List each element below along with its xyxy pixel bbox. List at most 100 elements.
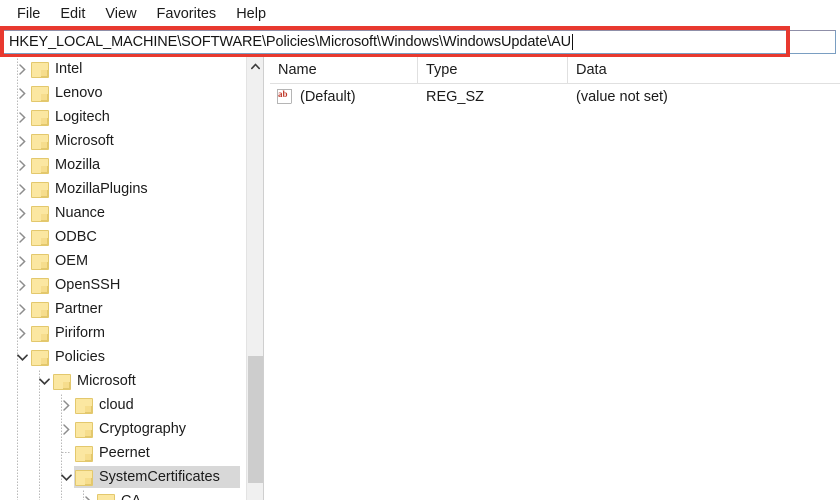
tree-expander[interactable] bbox=[58, 465, 74, 489]
folder-icon bbox=[30, 277, 49, 294]
chevron-right-icon bbox=[18, 255, 26, 267]
tree-expander[interactable] bbox=[14, 57, 30, 81]
tree-guide-line bbox=[39, 393, 40, 417]
folder-icon bbox=[30, 229, 49, 246]
address-bar[interactable]: HKEY_LOCAL_MACHINE\SOFTWARE\Policies\Mic… bbox=[2, 30, 836, 54]
menu-item-edit[interactable]: Edit bbox=[51, 3, 94, 25]
menu-item-favorites[interactable]: Favorites bbox=[148, 3, 226, 25]
tree-node-lenovo[interactable]: Lenovo bbox=[0, 81, 246, 105]
column-header-data[interactable]: Data bbox=[568, 57, 840, 83]
folder-icon bbox=[30, 181, 49, 198]
chevron-right-icon bbox=[18, 231, 26, 243]
column-header-name[interactable]: Name bbox=[270, 57, 418, 83]
tree-node-intel[interactable]: Intel bbox=[0, 57, 246, 81]
tree-expander[interactable] bbox=[14, 105, 30, 129]
menu-item-help[interactable]: Help bbox=[227, 3, 275, 25]
folder-icon bbox=[74, 421, 93, 438]
tree-node-cloud[interactable]: cloud bbox=[0, 393, 246, 417]
tree-expander[interactable] bbox=[36, 369, 52, 393]
tree-expander[interactable] bbox=[14, 129, 30, 153]
tree-expander[interactable] bbox=[58, 393, 74, 417]
folder-icon bbox=[52, 373, 71, 390]
folder-icon bbox=[30, 205, 49, 222]
folder-icon bbox=[30, 157, 49, 174]
tree-node-microsoft[interactable]: Microsoft bbox=[0, 129, 246, 153]
tree-expander[interactable] bbox=[14, 273, 30, 297]
values-list-body[interactable]: ab (Default) REG_SZ (value not set) bbox=[270, 84, 840, 110]
tree-expander[interactable] bbox=[14, 201, 30, 225]
tree-node-nuance[interactable]: Nuance bbox=[0, 201, 246, 225]
tree-expander[interactable] bbox=[14, 177, 30, 201]
tree-guide-line bbox=[17, 465, 18, 489]
tree-node-policies[interactable]: Policies bbox=[0, 345, 246, 369]
chevron-right-icon bbox=[18, 207, 26, 219]
tree-node-openssh[interactable]: OpenSSH bbox=[0, 273, 246, 297]
tree-node-microsoft[interactable]: Microsoft bbox=[0, 369, 246, 393]
tree-node-systemcertificates[interactable]: SystemCertificates bbox=[0, 465, 246, 489]
address-bar-text: HKEY_LOCAL_MACHINE\SOFTWARE\Policies\Mic… bbox=[9, 34, 572, 50]
tree-expander[interactable] bbox=[14, 153, 30, 177]
tree-node-label: Mozilla bbox=[55, 157, 101, 173]
tree-expander[interactable] bbox=[80, 489, 96, 500]
folder-icon bbox=[30, 301, 49, 318]
registry-key-tree[interactable]: Intel Lenovo Logitech Microsoft Mozilla Mozil… bbox=[0, 57, 246, 500]
tree-node-label: Logitech bbox=[55, 109, 110, 125]
tree-guide-line bbox=[17, 441, 18, 465]
chevron-down-icon bbox=[16, 353, 28, 361]
tree-guide-line bbox=[39, 465, 40, 489]
folder-icon bbox=[30, 349, 49, 366]
tree-node-ca[interactable]: CA bbox=[0, 489, 246, 500]
tree-guide-line bbox=[17, 489, 18, 500]
value-type: REG_SZ bbox=[426, 89, 485, 105]
tree-node-peernet[interactable]: Peernet bbox=[0, 441, 246, 465]
tree-node-odbc[interactable]: ODBC bbox=[0, 225, 246, 249]
tree-node-mozillaplugins[interactable]: MozillaPlugins bbox=[0, 177, 246, 201]
text-caret bbox=[572, 34, 574, 50]
tree-guide-line bbox=[17, 393, 18, 417]
values-column-header: Name Type Data bbox=[270, 57, 840, 84]
tree-node-label: MozillaPlugins bbox=[55, 181, 148, 197]
tree-node-logitech[interactable]: Logitech bbox=[0, 105, 246, 129]
tree-expander[interactable] bbox=[58, 417, 74, 441]
tree-guide-line bbox=[17, 417, 18, 441]
column-header-type[interactable]: Type bbox=[418, 57, 568, 83]
tree-node-mozilla[interactable]: Mozilla bbox=[0, 153, 246, 177]
scrollbar-thumb[interactable] bbox=[248, 355, 263, 483]
folder-icon bbox=[74, 445, 93, 462]
tree-node-oem[interactable]: OEM bbox=[0, 249, 246, 273]
value-row[interactable]: ab (Default) REG_SZ (value not set) bbox=[270, 84, 840, 110]
tree-node-label: Peernet bbox=[99, 445, 150, 461]
folder-icon bbox=[30, 325, 49, 342]
address-bar-container: HKEY_LOCAL_MACHINE\SOFTWARE\Policies\Mic… bbox=[0, 28, 840, 56]
menu-item-view[interactable]: View bbox=[96, 3, 145, 25]
chevron-down-icon bbox=[38, 377, 50, 385]
tree-node-label: Nuance bbox=[55, 205, 105, 221]
tree-node-piriform[interactable]: Piriform bbox=[0, 321, 246, 345]
menu-bar: File Edit View Favorites Help bbox=[0, 0, 840, 27]
tree-node-label: Lenovo bbox=[55, 85, 103, 101]
tree-node-label: OpenSSH bbox=[55, 277, 121, 293]
tree-node-label: ODBC bbox=[55, 229, 97, 245]
tree-expander[interactable] bbox=[14, 321, 30, 345]
tree-vertical-scrollbar[interactable] bbox=[246, 57, 264, 500]
tree-expander[interactable] bbox=[14, 297, 30, 321]
chevron-right-icon bbox=[18, 279, 26, 291]
tree-node-cryptography[interactable]: Cryptography bbox=[0, 417, 246, 441]
chevron-right-icon bbox=[18, 183, 26, 195]
menu-item-file[interactable]: File bbox=[8, 3, 49, 25]
chevron-right-icon bbox=[62, 423, 70, 435]
tree-expander[interactable] bbox=[14, 249, 30, 273]
tree-node-label: Piriform bbox=[55, 325, 105, 341]
chevron-right-icon bbox=[18, 159, 26, 171]
tree-node-partner[interactable]: Partner bbox=[0, 297, 246, 321]
tree-expander[interactable] bbox=[14, 81, 30, 105]
chevron-right-icon bbox=[18, 135, 26, 147]
folder-icon bbox=[74, 469, 93, 486]
scroll-up-button[interactable] bbox=[247, 57, 264, 75]
tree-expander[interactable] bbox=[14, 225, 30, 249]
tree-node-label: CA bbox=[117, 489, 147, 500]
registry-values-pane: Name Type Data ab (Default) REG_SZ (value not… bbox=[270, 57, 840, 500]
tree-node-label: Intel bbox=[55, 61, 83, 77]
tree-expander[interactable] bbox=[14, 345, 30, 369]
folder-icon bbox=[30, 61, 49, 78]
